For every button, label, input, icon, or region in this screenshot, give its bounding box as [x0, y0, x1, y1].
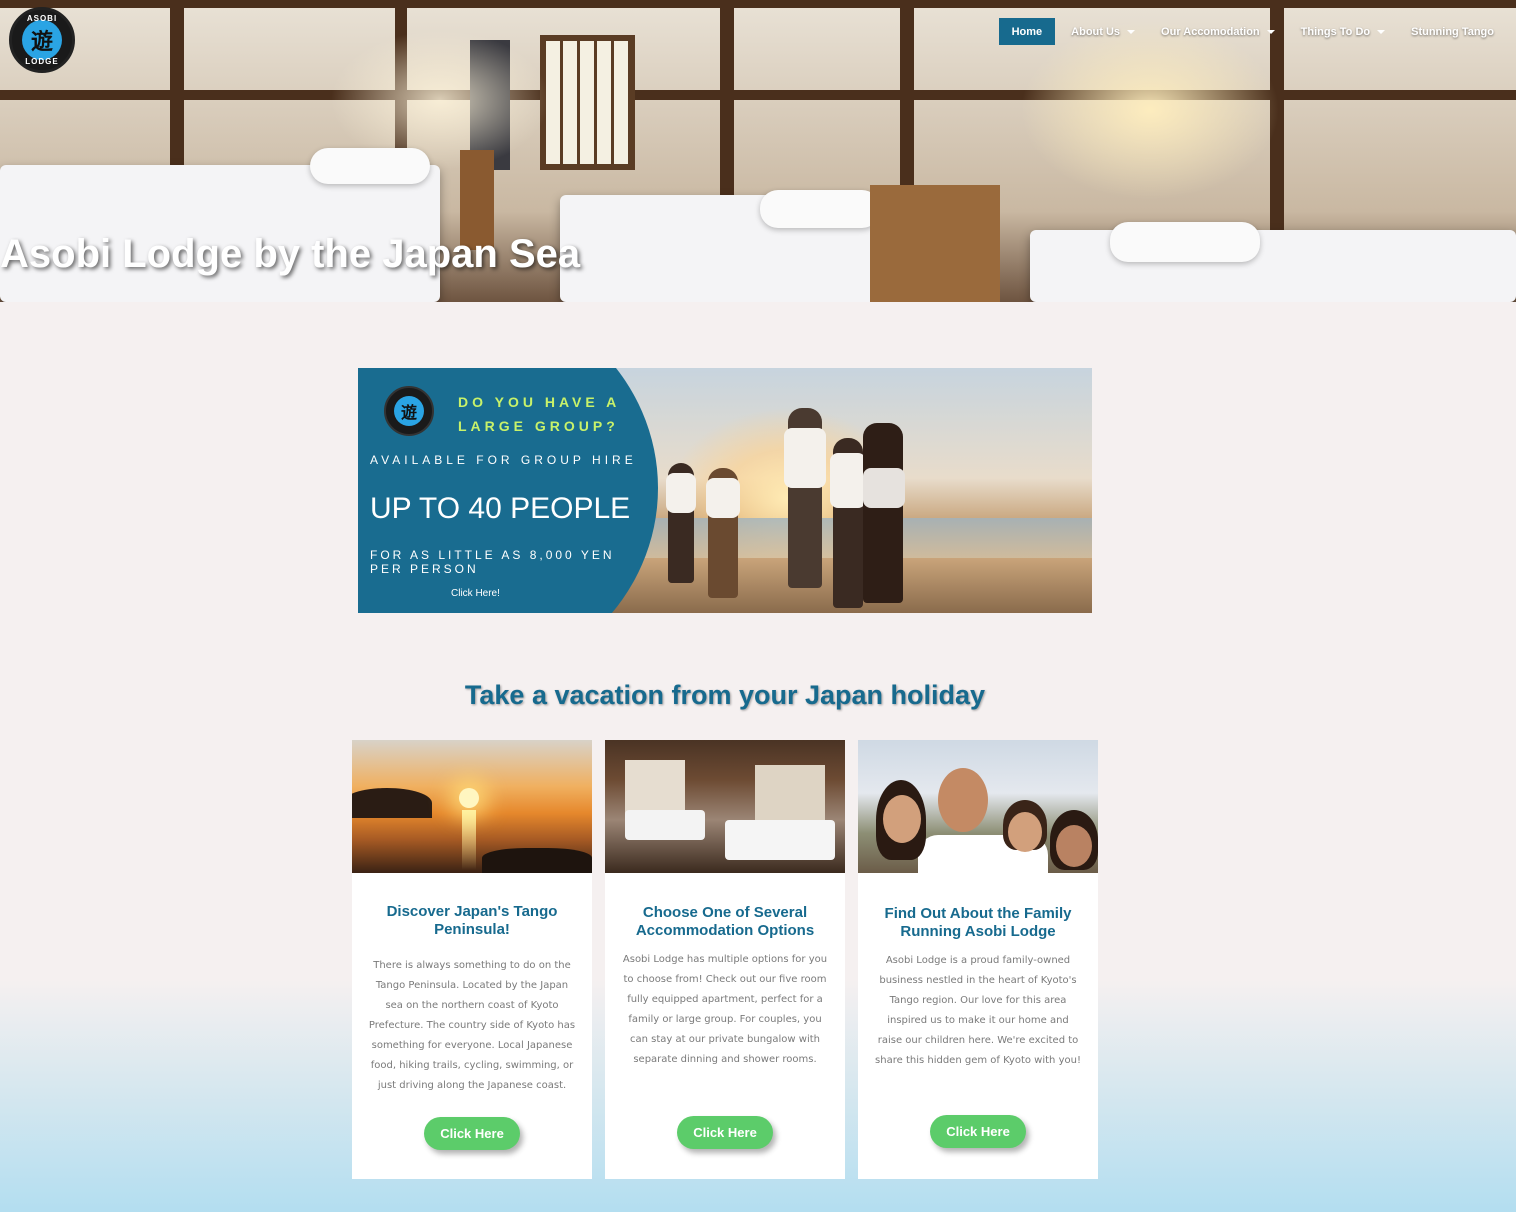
hero-pillow [1110, 222, 1260, 262]
nav-item-label: About Us [1071, 25, 1121, 38]
banner-person [863, 423, 903, 603]
group-hire-banner[interactable]: 遊 DO YOU HAVE A LARGE GROUP? AVAILABLE F… [358, 368, 1092, 613]
card-tango-peninsula: Discover Japan's Tango Peninsula! There … [352, 740, 592, 1179]
card-click-here-button[interactable]: Click Here [930, 1115, 1026, 1148]
hero-beam [720, 0, 734, 220]
nav-item-label: Stunning Tango [1411, 25, 1494, 38]
card-image-family [858, 740, 1098, 873]
hero-title: Asobi Lodge by the Japan Sea [0, 232, 581, 276]
card-family: Find Out About the Family Running Asobi … [858, 740, 1098, 1179]
section-heading: Take a vacation from your Japan holiday [464, 680, 986, 710]
hero-light-glow [1020, 20, 1280, 200]
banner-person-shirt [830, 453, 866, 508]
card-image-bed [725, 820, 835, 860]
site-logo[interactable]: ASOBI 遊 LODGE [9, 7, 75, 73]
banner-person-shirt [706, 478, 740, 518]
card-title: Discover Japan's Tango Peninsula! [386, 903, 558, 938]
card-accommodation: Choose One of Several Accommodation Opti… [605, 740, 845, 1179]
card-image-face [938, 768, 988, 832]
nav-item-things-to-do[interactable]: Things To Do [1288, 18, 1398, 45]
main-nav: Home About Us Our Accomodation Things To… [998, 18, 1507, 45]
card-image-rock [482, 848, 592, 873]
card-image-wall [755, 765, 825, 820]
banner-person-shirt [666, 473, 696, 513]
hero-chair [870, 185, 1000, 302]
hero-pillow [760, 190, 880, 228]
card-click-here-button[interactable]: Click Here [424, 1117, 520, 1150]
logo-text-top: ASOBI [26, 14, 58, 23]
banner-logo: 遊 [384, 386, 434, 436]
hero-banner: Asobi Lodge by the Japan Sea [0, 0, 1516, 302]
nav-item-our-accomodation[interactable]: Our Accomodation [1148, 18, 1288, 45]
card-image-hill [352, 788, 432, 818]
logo-text-bottom: LODGE [25, 57, 59, 66]
banner-logo-character: 遊 [400, 405, 417, 422]
banner-logo-emblem: 遊 [394, 396, 424, 426]
card-image-face [1056, 825, 1092, 867]
banner-capacity: UP TO 40 PEOPLE [370, 492, 631, 525]
card-image-room [605, 740, 845, 873]
chevron-down-icon [1266, 29, 1275, 34]
nav-item-label: Our Accomodation [1161, 25, 1260, 38]
hero-pillow [310, 148, 430, 184]
card-image-face [1008, 812, 1042, 852]
logo-emblem: 遊 [22, 20, 62, 60]
card-image-sunset [352, 740, 592, 873]
chevron-down-icon [1127, 29, 1136, 34]
banner-person-shirt [863, 468, 905, 508]
nav-item-home[interactable]: Home [998, 18, 1056, 45]
banner-price: FOR AS LITTLE AS 8,000 YEN PER PERSON [370, 548, 615, 576]
chevron-down-icon [1377, 29, 1386, 34]
logo-character: 遊 [30, 29, 53, 54]
card-title: Choose One of Several Accommodation Opti… [635, 904, 815, 939]
banner-person-shirt [784, 428, 826, 488]
card-title: Find Out About the Family Running Asobi … [884, 905, 1072, 940]
hero-beam [0, 90, 1516, 100]
card-image-reflection [462, 810, 476, 870]
banner-cta-link[interactable]: Click Here! [451, 588, 500, 599]
nav-item-stunning-tango[interactable]: Stunning Tango [1398, 18, 1507, 45]
hero-bed [1030, 230, 1516, 302]
nav-item-label: Things To Do [1300, 25, 1371, 38]
card-body: There is always something to do on the T… [368, 960, 576, 1091]
card-image-sun [459, 788, 479, 808]
hero-beam [0, 0, 1516, 8]
card-image-bed [625, 810, 705, 840]
banner-availability: AVAILABLE FOR GROUP HIRE [370, 453, 637, 467]
card-body: Asobi Lodge is a proud family-owned busi… [875, 955, 1081, 1066]
nav-item-label: Home [1011, 25, 1043, 38]
card-click-here-button[interactable]: Click Here [677, 1116, 773, 1149]
hero-window [540, 35, 635, 170]
card-body: Asobi Lodge has multiple options for you… [622, 954, 828, 1065]
card-image-face [883, 795, 921, 843]
banner-question: DO YOU HAVE A LARGE GROUP? [458, 394, 620, 434]
nav-item-about-us[interactable]: About Us [1058, 18, 1148, 45]
